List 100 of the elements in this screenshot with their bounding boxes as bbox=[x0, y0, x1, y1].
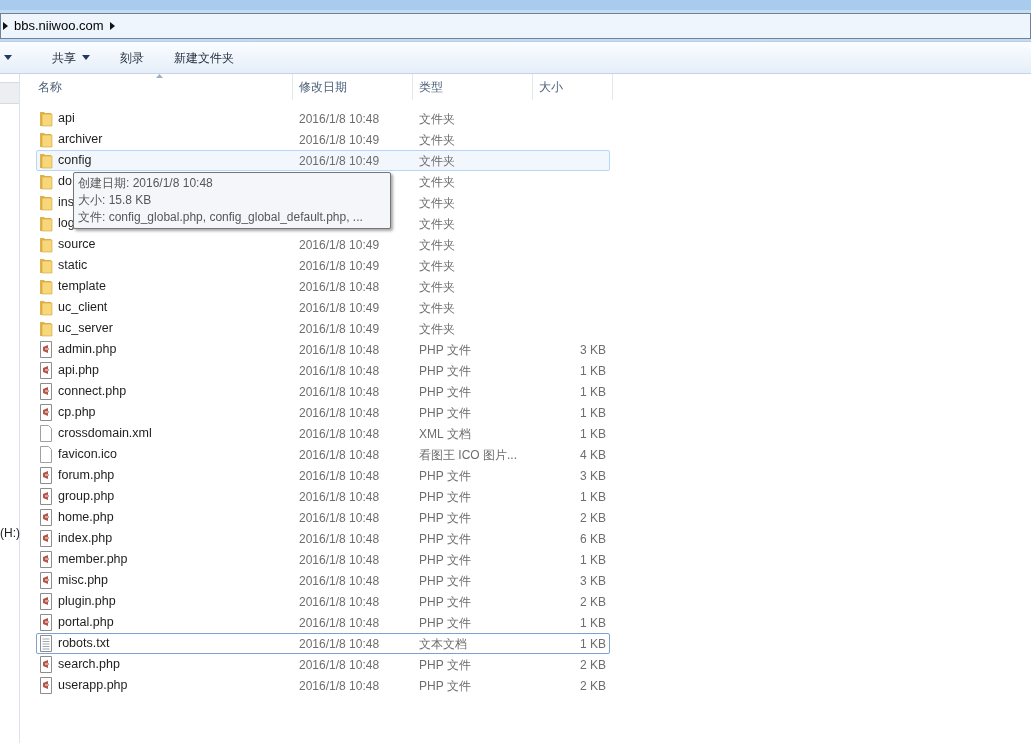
type-text: PHP 文件 bbox=[419, 657, 471, 672]
date-text: 2016/1/8 10:48 bbox=[299, 468, 380, 483]
file-name: portal.php bbox=[58, 614, 114, 632]
file-name: index.php bbox=[58, 530, 113, 548]
size-text: 1 KB bbox=[580, 384, 606, 399]
size-text: 1 KB bbox=[580, 405, 606, 420]
type-text: 文件夹 bbox=[419, 111, 455, 126]
size-text: 3 KB bbox=[580, 573, 606, 588]
date-text: 2016/1/8 10:49 bbox=[299, 321, 380, 336]
file-name: api.php bbox=[58, 362, 99, 380]
type-text: 看图王 ICO 图片... bbox=[419, 447, 517, 462]
file-name: static bbox=[58, 257, 88, 275]
date-text: 2016/1/8 10:48 bbox=[299, 657, 380, 672]
date-text: 2016/1/8 10:48 bbox=[299, 594, 380, 609]
file-name: uc_client bbox=[58, 299, 108, 317]
file-name: cp.php bbox=[58, 404, 96, 422]
type-text: 文件夹 bbox=[419, 279, 455, 294]
size-text: 2 KB bbox=[580, 510, 606, 525]
date-text: 2016/1/8 10:48 bbox=[299, 678, 380, 693]
date-text: 2016/1/8 10:48 bbox=[299, 405, 380, 420]
file-name: admin.php bbox=[58, 341, 117, 359]
size-text: 1 KB bbox=[580, 636, 606, 651]
file-name: archiver bbox=[58, 131, 103, 149]
date-text: 2016/1/8 10:48 bbox=[299, 531, 380, 546]
type-text: 文件夹 bbox=[419, 300, 455, 315]
file-name: crossdomain.xml bbox=[58, 425, 152, 443]
type-text: 文件夹 bbox=[419, 258, 455, 273]
size-text: 3 KB bbox=[580, 468, 606, 483]
file-name: misc.php bbox=[58, 572, 109, 590]
tooltip-text: 创建日期: 2016/1/8 10:48 bbox=[78, 175, 214, 192]
file-name: forum.php bbox=[58, 467, 115, 485]
type-text: PHP 文件 bbox=[419, 678, 471, 693]
date-text: 2016/1/8 10:48 bbox=[299, 636, 380, 651]
date-text: 2016/1/8 10:48 bbox=[299, 615, 380, 630]
date-text: 2016/1/8 10:48 bbox=[299, 552, 380, 567]
size-text: 4 KB bbox=[580, 447, 606, 462]
type-text: PHP 文件 bbox=[419, 615, 471, 630]
file-name: template bbox=[58, 278, 106, 296]
type-text: 文件夹 bbox=[419, 174, 455, 189]
file-name: ins bbox=[58, 194, 74, 212]
date-text: 2016/1/8 10:48 bbox=[299, 363, 380, 378]
date-text: 2016/1/8 10:49 bbox=[299, 258, 380, 273]
date-text: 2016/1/8 10:48 bbox=[299, 447, 380, 462]
date-text: 2016/1/8 10:48 bbox=[299, 384, 380, 399]
type-text: PHP 文件 bbox=[419, 384, 471, 399]
size-text: 1 KB bbox=[580, 363, 606, 378]
file-name: userapp.php bbox=[58, 677, 128, 695]
file-name: search.php bbox=[58, 656, 120, 674]
date-text: 2016/1/8 10:49 bbox=[299, 300, 380, 315]
file-name: api bbox=[58, 110, 75, 128]
file-name: do bbox=[58, 173, 72, 191]
file-name: connect.php bbox=[58, 383, 127, 401]
date-text: 2016/1/8 10:49 bbox=[299, 132, 380, 147]
type-text: PHP 文件 bbox=[419, 468, 471, 483]
size-text: 6 KB bbox=[580, 531, 606, 546]
type-text: PHP 文件 bbox=[419, 573, 471, 588]
type-text: PHP 文件 bbox=[419, 489, 471, 504]
file-name: source bbox=[58, 236, 96, 254]
date-text: 2016/1/8 10:48 bbox=[299, 489, 380, 504]
type-text: XML 文档 bbox=[419, 426, 471, 441]
tooltip-text: 文件: config_global.php, config_global_default.php, ... bbox=[78, 209, 364, 226]
file-name: home.php bbox=[58, 509, 114, 527]
file-name: group.php bbox=[58, 488, 115, 506]
type-text: PHP 文件 bbox=[419, 342, 471, 357]
date-text: 2016/1/8 10:48 bbox=[299, 573, 380, 588]
type-text: PHP 文件 bbox=[419, 405, 471, 420]
type-text: 文件夹 bbox=[419, 132, 455, 147]
size-text: 1 KB bbox=[580, 552, 606, 567]
type-text: 文件夹 bbox=[419, 321, 455, 336]
size-text: 1 KB bbox=[580, 426, 606, 441]
file-name: member.php bbox=[58, 551, 128, 569]
size-text: 2 KB bbox=[580, 657, 606, 672]
date-text: 2016/1/8 10:48 bbox=[299, 342, 380, 357]
date-text: 2016/1/8 10:49 bbox=[299, 237, 380, 252]
type-text: 文件夹 bbox=[419, 153, 455, 168]
size-text: 2 KB bbox=[580, 594, 606, 609]
type-text: PHP 文件 bbox=[419, 510, 471, 525]
date-text: 2016/1/8 10:48 bbox=[299, 111, 380, 126]
type-text: 文件夹 bbox=[419, 195, 455, 210]
file-name: favicon.ico bbox=[58, 446, 118, 464]
date-text: 2016/1/8 10:48 bbox=[299, 510, 380, 525]
date-text: 2016/1/8 10:48 bbox=[299, 426, 380, 441]
file-name: plugin.php bbox=[58, 593, 116, 611]
size-text: 1 KB bbox=[580, 489, 606, 504]
type-text: PHP 文件 bbox=[419, 531, 471, 546]
size-text: 3 KB bbox=[580, 342, 606, 357]
tooltip-text: 大小: 15.8 KB bbox=[78, 192, 153, 209]
size-text: 2 KB bbox=[580, 678, 606, 693]
type-text: PHP 文件 bbox=[419, 363, 471, 378]
file-name: robots.txt bbox=[58, 635, 110, 653]
type-text: PHP 文件 bbox=[419, 552, 471, 567]
type-text: 文件夹 bbox=[419, 237, 455, 252]
date-text: 2016/1/8 10:48 bbox=[299, 279, 380, 294]
size-text: 1 KB bbox=[580, 615, 606, 630]
file-name: config bbox=[58, 152, 92, 170]
file-name: uc_server bbox=[58, 320, 113, 338]
type-text: 文本文档 bbox=[419, 636, 467, 651]
type-text: PHP 文件 bbox=[419, 594, 471, 609]
type-text: 文件夹 bbox=[419, 216, 455, 231]
date-text: 2016/1/8 10:49 bbox=[299, 153, 380, 168]
